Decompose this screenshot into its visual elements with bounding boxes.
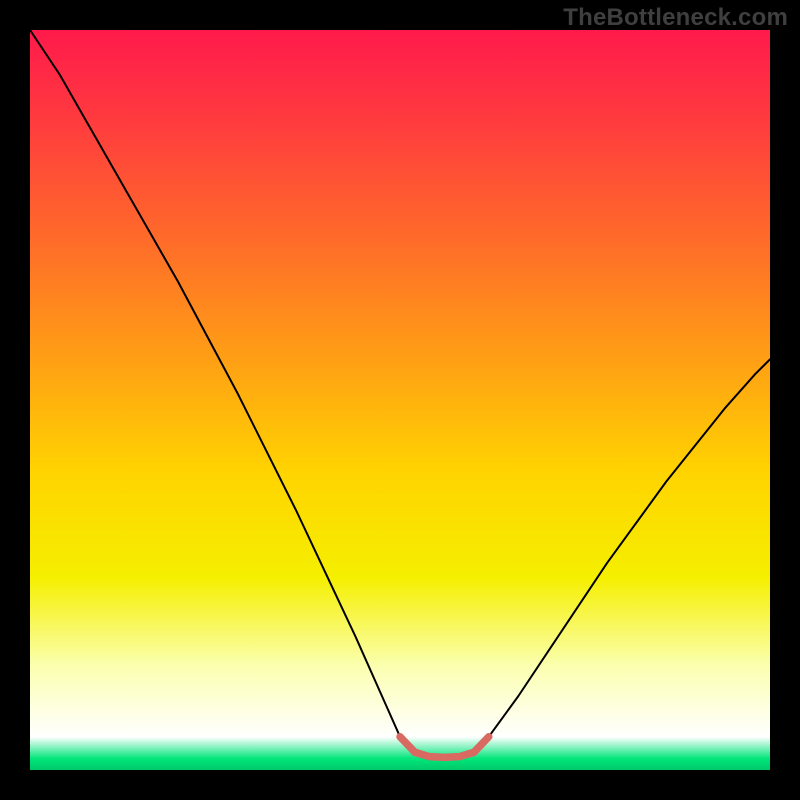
chart-svg [30,30,770,770]
chart-background [30,30,770,770]
chart-frame: TheBottleneck.com [0,0,800,800]
plot-area [30,30,770,770]
watermark-text: TheBottleneck.com [563,4,788,32]
